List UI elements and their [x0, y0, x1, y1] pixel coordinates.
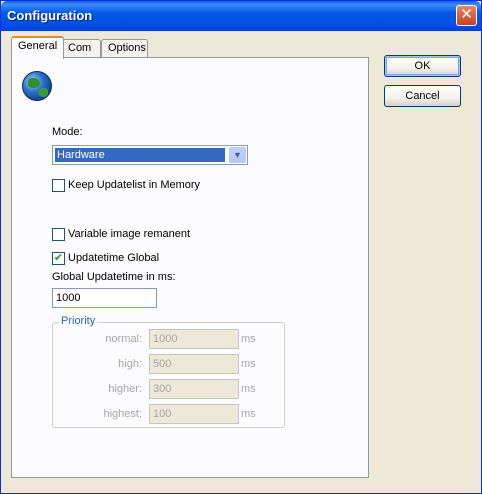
- close-button[interactable]: ✕: [456, 5, 477, 26]
- globe-icon: [22, 71, 52, 101]
- close-icon: ✕: [460, 6, 473, 23]
- title-bar[interactable]: Configuration ✕: [1, 1, 481, 31]
- priority-normal-unit: ms: [241, 333, 256, 345]
- priority-normal-label: normal:: [105, 333, 142, 345]
- variable-image-label: Variable image remanent: [68, 228, 191, 240]
- priority-highest-label: highest:: [103, 408, 142, 420]
- mode-select-value: Hardware: [55, 148, 225, 162]
- priority-higher-label: higher:: [108, 383, 142, 395]
- configuration-dialog: Configuration ✕ General Com Options Mode…: [0, 0, 482, 494]
- priority-highest-unit: ms: [241, 408, 256, 420]
- priority-highest-input[interactable]: 100: [149, 404, 239, 424]
- tab-general-label: General: [18, 40, 58, 52]
- mode-select[interactable]: Hardware ▼: [52, 145, 248, 165]
- priority-groupbox: Priority normal: 1000 ms high: 500 ms hi…: [52, 315, 285, 428]
- tab-general[interactable]: General: [11, 36, 65, 59]
- updatetime-global-checkbox[interactable]: ✔: [52, 252, 65, 265]
- ok-button[interactable]: OK: [384, 55, 461, 77]
- window-title: Configuration: [7, 8, 93, 23]
- tab-options-label: Options: [108, 42, 146, 54]
- tab-com[interactable]: Com: [61, 39, 101, 57]
- global-updatetime-label: Global Updatetime in ms:: [52, 271, 176, 283]
- keep-updatelist-checkbox[interactable]: [52, 179, 65, 192]
- dialog-client-area: General Com Options Mode: Hardware ▼ Kee…: [4, 31, 478, 491]
- tab-options[interactable]: Options: [101, 39, 148, 57]
- priority-high-label: high:: [118, 358, 142, 370]
- priority-normal-input[interactable]: 1000: [149, 329, 239, 349]
- priority-group-title: Priority: [59, 315, 98, 327]
- priority-high-unit: ms: [241, 358, 256, 370]
- mode-label: Mode:: [52, 126, 83, 138]
- chevron-down-icon[interactable]: ▼: [229, 147, 246, 163]
- tab-com-label: Com: [68, 42, 92, 54]
- checkmark-icon: ✔: [53, 252, 64, 264]
- priority-high-input[interactable]: 500: [149, 354, 239, 374]
- global-updatetime-input[interactable]: 1000: [52, 288, 157, 308]
- updatetime-global-label: Updatetime Global: [68, 252, 160, 264]
- variable-image-checkbox[interactable]: [52, 228, 65, 241]
- priority-higher-input[interactable]: 300: [149, 379, 239, 399]
- priority-higher-unit: ms: [241, 383, 256, 395]
- keep-updatelist-label: Keep Updatelist in Memory: [68, 179, 201, 191]
- general-tab-panel: Mode: Hardware ▼ Keep Updatelist in Memo…: [11, 57, 369, 478]
- cancel-button[interactable]: Cancel: [384, 85, 461, 107]
